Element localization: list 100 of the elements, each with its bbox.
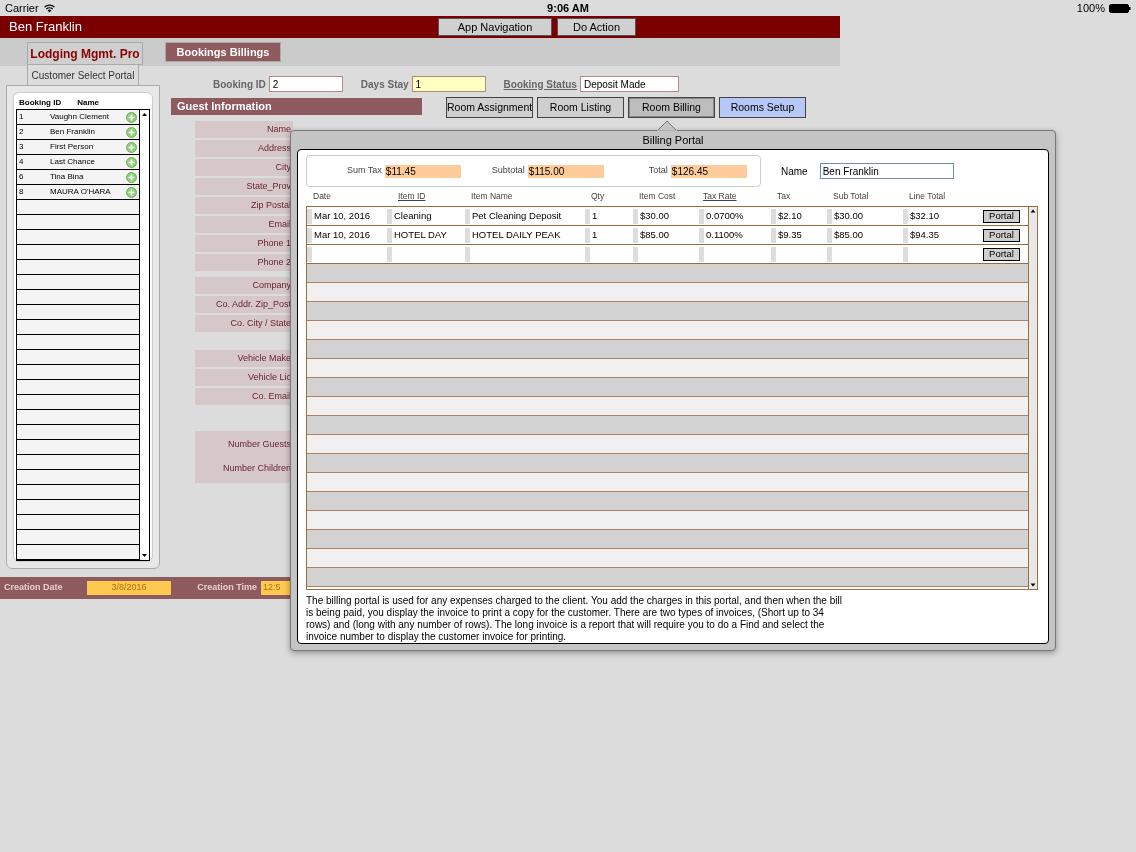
popover-title: Billing Portal [642,132,704,148]
battery-percent: 100% [1076,0,1105,16]
carrier-label: Carrier [5,0,39,16]
summary-value: $126.45 [670,164,747,178]
customer-row[interactable]: 8 MAURA O'HARA [17,185,139,200]
name-label: Name [781,164,808,179]
column-header: Tax [777,191,791,202]
nav-tab[interactable]: Rooms Setup [719,97,806,118]
empty-row[interactable] [17,335,139,350]
empty-row[interactable] [17,305,139,320]
description-text: The billing portal is used for any expenses charged to the client. You add the charges in this portal, and then when the bill is being paid, you display the invoice to print a copy for the customer. There are two types of invoices, (Short up to 34 rows) and (long with any number of rows). The long invoice is a report that will require you to do a Find and select the invoice number to display the customer invoice for printing. [306,595,843,643]
field-input[interactable]: 1 [411,76,486,92]
column-header: Item ID [398,191,426,202]
scrollbar[interactable] [139,110,149,560]
layout-tab[interactable]: Bookings Billings [165,42,281,62]
field-input[interactable]: Deposit Made [579,76,679,92]
scrollbar[interactable] [1028,207,1037,589]
portal-button[interactable]: Portal [983,209,1020,223]
column-header: Date [313,191,331,202]
empty-row[interactable] [17,320,139,335]
form-label: State_Prov [195,178,293,195]
column-header: Item Name [471,191,513,202]
customer-row[interactable]: 3 First Person [17,140,139,155]
customer-row[interactable]: 1 Vaughn Clement [17,110,139,125]
empty-row[interactable] [17,200,139,215]
empty-row[interactable] [17,260,139,275]
summary-label: Total [647,164,668,178]
column-header: Tax Rate [703,191,737,202]
footer-value: 3/8/2016 [87,581,171,595]
field-input[interactable]: 2 [268,76,343,92]
column-header: Qty [591,191,605,202]
customer-name: Vaughn Clement [50,111,110,123]
form-label: Co. Email [195,388,293,405]
empty-row[interactable] [17,215,139,230]
booking-id: 6 [18,171,25,183]
nav-tab[interactable]: Room Assignment [446,97,533,118]
customer-row[interactable]: 6 Tina Bina [17,170,139,185]
empty-row[interactable] [17,440,139,455]
empty-row[interactable] [17,245,139,260]
form-label: Phone 2 [195,254,293,271]
empty-row[interactable] [17,455,139,470]
booking-id: 4 [18,156,25,168]
nav-tab[interactable]: Room Listing [537,97,624,118]
form-label: Co. Addr. Zip_Post [195,296,293,313]
empty-row[interactable] [17,500,139,515]
column-header: Booking ID [18,97,62,109]
summary-label: Subtotal [490,164,525,178]
customer-name: MAURA O'HARA [50,186,112,198]
header-button[interactable]: Do Action [557,18,636,36]
empty-row[interactable] [17,365,139,380]
form-label: Number Guests [226,438,292,452]
scroll-up-icon[interactable] [140,110,149,119]
scroll-up-icon[interactable] [1029,207,1037,215]
empty-row[interactable] [17,290,139,305]
empty-row[interactable] [17,230,139,245]
customer-name: First Person [50,141,95,153]
empty-row[interactable] [17,380,139,395]
empty-row[interactable] [17,485,139,500]
empty-row[interactable] [17,530,139,545]
portal-button[interactable]: Portal [983,228,1020,242]
form-label: Name [195,121,293,138]
form-label: Vehicle Make [195,350,293,367]
customer-row[interactable]: 4 Last Chance [17,155,139,170]
empty-row[interactable] [17,395,139,410]
empty-row[interactable] [17,545,139,560]
form-label: Co. City / State [195,315,293,332]
footer-label: Creation Time [196,581,258,595]
portal-button[interactable]: Portal [983,247,1020,261]
empty-row[interactable] [17,425,139,440]
scroll-down-icon[interactable] [140,551,149,560]
booking-id: 3 [18,141,25,153]
header-button[interactable]: App Navigation [438,18,552,36]
empty-row[interactable] [17,470,139,485]
booking-id: 2 [18,126,25,138]
column-header: Item Cost [639,191,676,202]
header-title: Ben Franklin [8,18,83,37]
empty-row[interactable] [17,350,139,365]
empty-row[interactable] [17,515,139,530]
column-header: Line Total [909,191,946,202]
empty-row[interactable] [17,275,139,290]
name-field[interactable]: Ben Franklin [819,163,954,179]
app-tab[interactable]: Lodging Mgmt. Pro [27,42,143,65]
summary-value: $11.45 [384,164,461,178]
portal-tab[interactable]: Customer Select Portal [27,65,139,85]
booking-id: 8 [18,186,25,198]
form-label: Phone 1 [195,235,293,252]
form-label: Zip Postal [195,197,293,214]
form-label: Address [195,140,293,157]
form-label: Email [195,216,293,233]
footer-label: Creation Date [4,581,64,595]
nav-tab[interactable]: Room Billing [628,97,715,118]
form-label: Vehicle Lic [195,369,293,386]
customer-row[interactable]: 2 Ben Franklin [17,125,139,140]
form-label: Number Children [221,462,292,476]
field-label: Booking ID [213,77,266,92]
battery-icon [1109,3,1131,13]
summary-label: Sum Tax [347,164,382,178]
empty-row[interactable] [17,410,139,425]
column-header: Sub Total [833,191,869,202]
scroll-down-icon[interactable] [1029,581,1037,589]
